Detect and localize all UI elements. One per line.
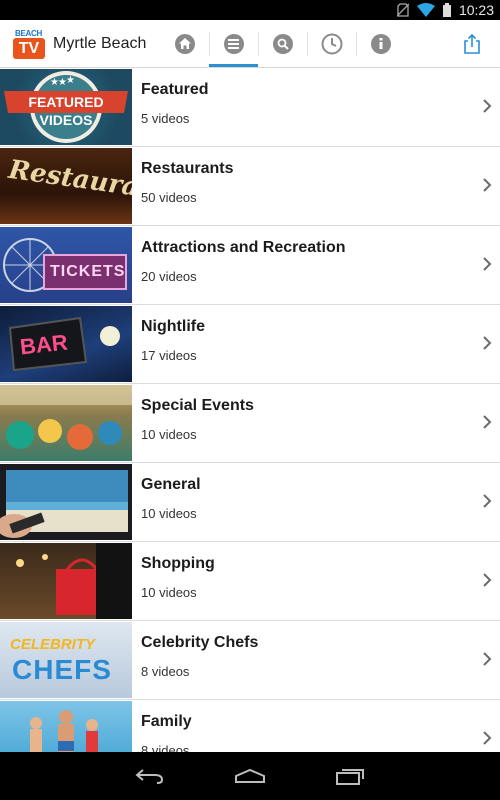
category-row-restaurants[interactable]: Restaurant Restaurants 50 videos <box>0 147 500 226</box>
category-count: 50 videos <box>141 190 197 205</box>
no-sim-icon <box>396 3 409 17</box>
category-title: Special Events <box>141 397 254 414</box>
chevron-right-icon <box>483 178 492 192</box>
battery-icon <box>442 3 451 17</box>
recent-apps-icon <box>336 769 364 785</box>
status-time: 10:23 <box>458 2 494 18</box>
system-nav-bar <box>0 752 500 800</box>
bar-thumb-label: BAR <box>18 329 69 360</box>
home-nav-icon <box>235 768 265 783</box>
featured-thumb-label: FEATURED VIDEOS <box>28 94 104 128</box>
category-row-nightlife[interactable]: BAR Nightlife 17 videos <box>0 305 500 384</box>
tab-list[interactable] <box>209 20 258 67</box>
category-count: 20 videos <box>141 269 197 284</box>
category-thumbnail <box>0 385 132 461</box>
chevron-right-icon <box>483 257 492 271</box>
back-button[interactable] <box>100 752 200 800</box>
category-count: 10 videos <box>141 427 197 442</box>
category-count: 5 videos <box>141 111 190 126</box>
category-thumbnail <box>0 543 132 619</box>
category-list[interactable]: ★ ★ ★ FEATURED VIDEOS Featured 5 videos … <box>0 68 500 752</box>
wifi-icon <box>416 3 435 17</box>
category-title: Shopping <box>141 555 215 572</box>
chevron-right-icon <box>483 573 492 587</box>
app-bar: BEACH TV Myrtle Beach <box>0 20 500 68</box>
category-thumbnail: TICKETS <box>0 227 132 303</box>
restaurant-thumb-label: Restaurant <box>6 154 132 208</box>
category-row-family[interactable]: Family 8 videos <box>0 700 500 752</box>
list-icon <box>223 33 244 54</box>
share-icon <box>464 34 480 54</box>
search-icon <box>272 33 293 54</box>
category-thumbnail: ★ ★ ★ FEATURED VIDEOS <box>0 69 132 145</box>
clock-icon <box>321 33 342 54</box>
tab-history[interactable] <box>307 20 356 67</box>
category-thumbnail <box>0 464 132 540</box>
beach-tv-logo: BEACH TV <box>13 29 45 59</box>
category-thumbnail <box>0 701 132 752</box>
tab-search[interactable] <box>258 20 307 67</box>
category-count: 10 videos <box>141 506 197 521</box>
status-bar: 10:23 <box>0 0 500 20</box>
chefs-thumb-label: CHEFS <box>12 654 112 685</box>
info-icon <box>370 33 391 54</box>
category-row-shopping[interactable]: Shopping 10 videos <box>0 542 500 621</box>
category-row-featured[interactable]: ★ ★ ★ FEATURED VIDEOS Featured 5 videos <box>0 68 500 147</box>
category-title: Attractions and Recreation <box>141 239 346 256</box>
tab-info[interactable] <box>356 20 405 67</box>
chevron-right-icon <box>483 652 492 666</box>
category-row-attractions[interactable]: TICKETS Attractions and Recreation 20 vi… <box>0 226 500 305</box>
back-icon <box>135 769 164 784</box>
share-button[interactable] <box>462 32 482 56</box>
tab-bar <box>160 20 405 67</box>
brand: BEACH TV Myrtle Beach <box>0 20 160 67</box>
app-title: Myrtle Beach <box>53 34 147 52</box>
category-title: Celebrity Chefs <box>141 634 259 651</box>
chevron-right-icon <box>483 336 492 350</box>
chevron-right-icon <box>483 494 492 508</box>
chevron-right-icon <box>483 415 492 429</box>
category-title: Featured <box>141 81 209 98</box>
category-count: 8 videos <box>141 743 190 752</box>
category-count: 17 videos <box>141 348 197 363</box>
category-row-special-events[interactable]: Special Events 10 videos <box>0 384 500 463</box>
category-row-celebrity-chefs[interactable]: CELEBRITY CHEFS Celebrity Chefs 8 videos <box>0 621 500 700</box>
category-title: Nightlife <box>141 318 205 335</box>
category-count: 8 videos <box>141 664 190 679</box>
chevron-right-icon <box>483 99 492 113</box>
category-row-general[interactable]: General 10 videos <box>0 463 500 542</box>
recent-apps-button[interactable] <box>300 752 400 800</box>
category-title: General <box>141 476 201 493</box>
tickets-thumb-label: TICKETS <box>50 263 126 280</box>
category-title: Family <box>141 713 192 730</box>
celebrity-thumb-label: CELEBRITY <box>10 636 96 653</box>
category-title: Restaurants <box>141 160 234 177</box>
category-thumbnail: BAR <box>0 306 132 382</box>
category-count: 10 videos <box>141 585 197 600</box>
home-nav-button[interactable] <box>200 752 300 800</box>
svg-text:★: ★ <box>66 75 75 86</box>
category-thumbnail: CELEBRITY CHEFS <box>0 622 132 698</box>
tab-home[interactable] <box>160 20 209 67</box>
home-icon <box>174 33 195 54</box>
chevron-right-icon <box>483 731 492 745</box>
svg-text:★: ★ <box>50 77 59 88</box>
category-thumbnail: Restaurant <box>0 148 132 224</box>
